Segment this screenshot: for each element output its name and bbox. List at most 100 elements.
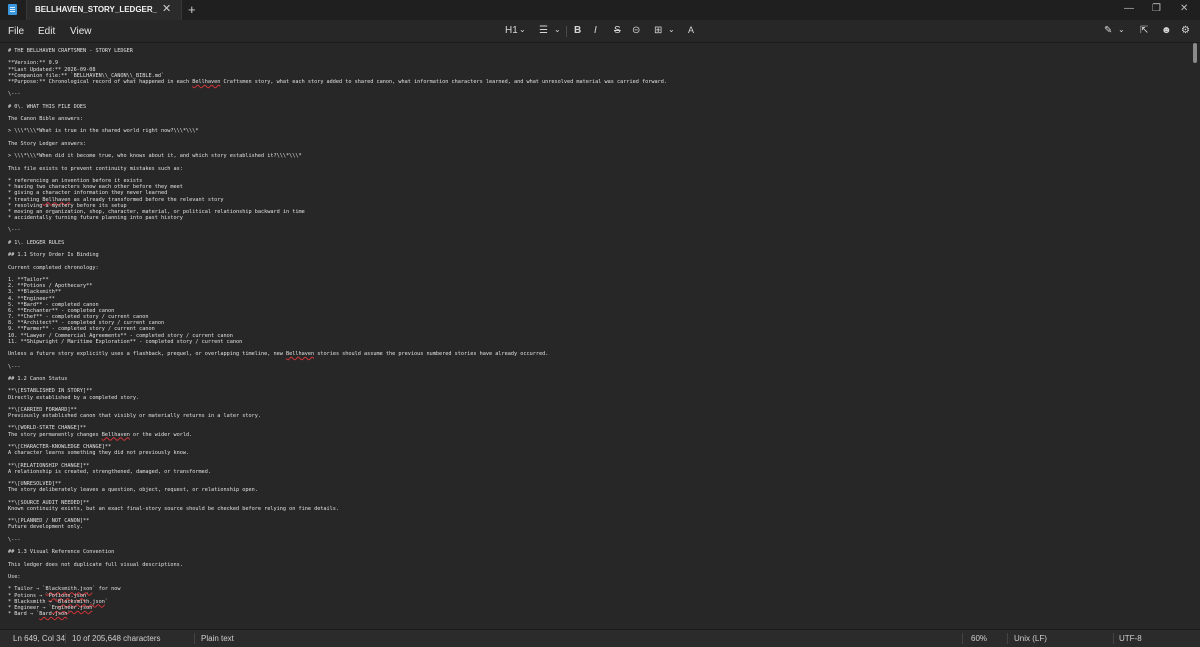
line-text: ` (86, 592, 90, 599)
misspelled-word: Blacksmith.json (45, 586, 93, 593)
line-text: ` for now (92, 586, 121, 593)
line-text: **\[CHARACTER-KNOWLEDGE CHANGE]** (8, 444, 112, 450)
line-text: **\[SOURCE AUDIT NEEDED]** (8, 499, 90, 506)
line-text: 6. **Enchanter** - completed canon (8, 307, 115, 314)
line-text: 10. **Lawyer / Commercial Agreements** -… (8, 332, 233, 339)
misspelled-word: Bellhaven (101, 431, 130, 438)
chevron-down-icon[interactable]: ⌄ (554, 25, 561, 34)
document-line: **Purpose:** Chronological record of wha… (8, 79, 667, 85)
line-text: **\[WORLD-STATE CHANGE]** (8, 425, 87, 432)
account-icon[interactable]: ☻ (1161, 25, 1172, 36)
line-text: # 0\. WHAT THIS FILE DOES (8, 103, 87, 110)
zoom-level[interactable]: 60% (971, 634, 987, 643)
line-text: * treating (8, 196, 43, 203)
line-text: * accidentally turning future planning i… (8, 215, 183, 222)
line-text: Directly established by a completed stor… (8, 394, 140, 401)
line-text: ## 1.2 Canon Status (8, 375, 68, 382)
list-icon[interactable]: ☰ (539, 25, 548, 36)
encoding[interactable]: UTF-8 (1119, 634, 1142, 643)
strikethrough-button[interactable]: S (614, 25, 621, 36)
text-editor[interactable]: # THE BELLHAVEN CRAFTSMEN - STORY LEDGER… (0, 43, 1191, 629)
line-text: This file exists to prevent continuity m… (8, 165, 183, 172)
line-text: Known continuity exists, but an exact fi… (8, 505, 340, 512)
misspelled-word: Bard.json (39, 611, 68, 618)
line-text: > \\\*\\\*When did it become true, who k… (8, 153, 302, 160)
line-text: Current completed chronology: (8, 264, 99, 271)
line-text: \--- (8, 91, 21, 98)
line-endings[interactable]: Unix (LF) (1014, 634, 1047, 643)
line-text: * Bard → ` (8, 611, 40, 618)
line-text: * Tailor → ` (8, 586, 46, 593)
link-icon[interactable]: ⊝ (632, 25, 640, 36)
line-text: ` (92, 604, 96, 611)
line-text: 5. **Bard** - completed canon (8, 301, 99, 308)
status-divider (1113, 633, 1114, 644)
line-text: The story permanently changes (8, 431, 102, 438)
line-text: This ledger does not duplicate full visu… (8, 561, 183, 568)
line-text: * Engineer → ` (8, 604, 52, 611)
close-window-button[interactable]: ✕ (1180, 3, 1188, 14)
table-icon[interactable]: ⊞ (654, 25, 662, 36)
new-tab-button[interactable]: + (188, 2, 196, 17)
line-text: 3. **Blacksmith** (8, 289, 62, 296)
line-text: 8. **Architect** - completed story / cur… (8, 320, 165, 327)
text-mode[interactable]: Plain text (201, 634, 234, 643)
line-text: \--- (8, 227, 21, 234)
line-text: Future development only. (8, 524, 83, 531)
status-divider (962, 633, 963, 644)
share-icon[interactable]: ⇱ (1140, 25, 1148, 36)
character-count: 10 of 205,648 characters (72, 634, 161, 643)
line-text: 2. **Potions / Apothecary** (8, 283, 93, 290)
toolbar-divider (566, 26, 567, 37)
menu-view[interactable]: View (70, 26, 92, 37)
chevron-down-icon[interactable]: ⌄ (1118, 25, 1125, 34)
maximize-button[interactable]: ❐ (1152, 3, 1161, 14)
misspelled-word: Bellhaven (192, 78, 221, 85)
line-text: # THE BELLHAVEN CRAFTSMEN - STORY LEDGER (8, 48, 133, 54)
line-text: The story deliberately leaves a question… (8, 487, 258, 494)
italic-button[interactable]: I (594, 25, 597, 36)
menu-bar: File Edit View H1 ⌄ ☰ ⌄ B I S ⊝ ⊞ ⌄ A ✎ … (0, 20, 1200, 43)
line-text: ## 1.1 Story Order Is Binding (8, 252, 99, 259)
line-text: or the wider world. (129, 431, 193, 438)
chevron-down-icon[interactable]: ⌄ (668, 25, 675, 34)
document-text: # THE BELLHAVEN CRAFTSMEN - STORY LEDGER… (8, 48, 667, 617)
line-text: Unless a future story explicitly uses a … (8, 351, 286, 358)
document-line: * Bard → `Bard.json` (8, 611, 667, 617)
line-text: 1. **Tailor** (8, 276, 49, 283)
line-text: 11. **Shipwright / Maritime Exploration*… (8, 338, 243, 345)
scrollbar-thumb[interactable] (1193, 43, 1197, 63)
line-text: A relationship is created, strengthened,… (8, 468, 212, 475)
status-bar: Ln 649, Col 34 10 of 205,648 characters … (0, 629, 1200, 647)
bold-button[interactable]: B (574, 25, 581, 36)
menu-file[interactable]: File (8, 26, 24, 37)
line-text: **\[ESTABLISHED IN STORY]** (8, 388, 93, 395)
settings-gear-icon[interactable]: ⚙ (1181, 25, 1190, 36)
line-text: ` (67, 611, 71, 618)
document-tab[interactable]: BELLHAVEN_STORY_LEDGER_UPDA ✕ (26, 0, 182, 20)
line-text: 7. **Chef** - completed story / current … (8, 314, 149, 321)
chevron-down-icon[interactable]: ⌄ (519, 25, 526, 34)
tab-title: BELLHAVEN_STORY_LEDGER_UPDA (35, 5, 157, 14)
line-text: * referencing an invention before it exi… (8, 177, 143, 184)
spellcheck-icon[interactable]: A (688, 25, 694, 35)
heading-dropdown[interactable]: H1 (505, 25, 518, 36)
line-text: * Blacksmith → ` (8, 598, 58, 605)
minimize-button[interactable]: — (1124, 3, 1134, 14)
line-text: Use: (8, 573, 21, 580)
line-text: # 1\. LEDGER RULES (8, 239, 65, 246)
menu-edit[interactable]: Edit (38, 26, 55, 37)
line-text: 9. **Farmer** - completed story / curren… (8, 326, 155, 333)
misspelled-word: Bellhaven (285, 351, 315, 358)
line-text: A character learns something they did no… (8, 450, 190, 457)
misspelled-word: Bellhaven (42, 196, 71, 203)
line-text: 4. **Engineer** (8, 295, 55, 302)
close-tab-icon[interactable]: ✕ (162, 2, 171, 15)
misspelled-word: Engineer.json (51, 604, 93, 611)
line-text: * Potions → ` (8, 592, 49, 599)
copilot-icon[interactable]: ✎ (1104, 25, 1112, 36)
status-divider (194, 633, 195, 644)
vertical-scrollbar[interactable] (1191, 43, 1200, 629)
line-text: ## 1.3 Visual Reference Convention (8, 549, 115, 556)
misspelled-word: Potions.json (48, 592, 87, 599)
